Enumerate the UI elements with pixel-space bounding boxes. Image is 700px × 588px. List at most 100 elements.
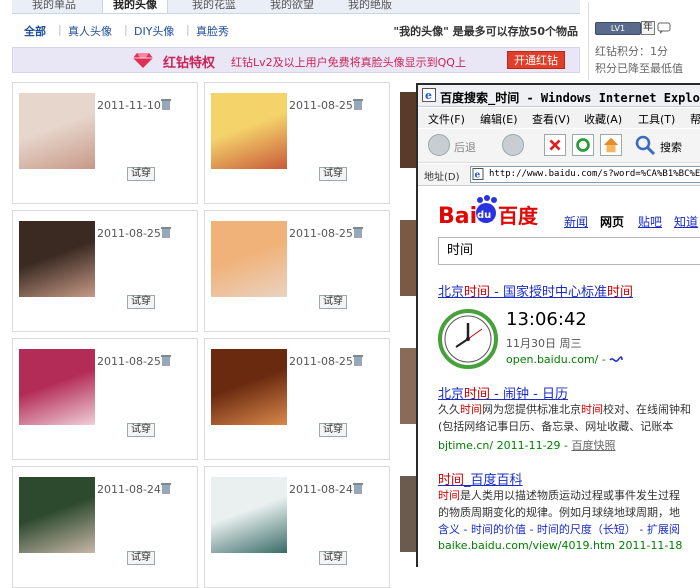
forward-button[interactable]: [502, 134, 524, 156]
browser-menubar: 文件(F) 编辑(E) 查看(V) 收藏(A) 工具(T) 帮: [418, 108, 700, 128]
subnav-separator: |: [58, 23, 62, 36]
year-badge: 年: [641, 21, 655, 35]
cache-link[interactable]: 百度快照: [572, 439, 616, 452]
card-date: 2011-08-25: [289, 99, 353, 112]
trash-icon[interactable]: [161, 482, 171, 494]
trash-icon[interactable]: [353, 98, 363, 110]
baidu-nav-tieba[interactable]: 贴吧: [638, 213, 662, 230]
tab-my-flowers[interactable]: 我的花篮: [192, 0, 236, 13]
ie-logo-icon: e: [422, 88, 436, 102]
avatar-card: 2011-08-25 试穿: [12, 338, 198, 460]
menu-file[interactable]: 文件(F): [428, 111, 465, 127]
menu-view[interactable]: 查看(V): [532, 111, 570, 127]
avatar-thumbnail[interactable]: [211, 221, 287, 297]
score-note: 积分已降至最低值: [595, 62, 683, 75]
stop-icon[interactable]: [544, 134, 566, 156]
open-red-diamond-button[interactable]: 开通红钻: [507, 51, 565, 69]
avatar-thumbnail[interactable]: [19, 349, 95, 425]
tab-my-limited[interactable]: 我的绝版: [348, 0, 392, 13]
avatar-thumbnail[interactable]: [211, 477, 287, 553]
subnav-real-face[interactable]: 真脸秀: [196, 23, 229, 39]
refresh-icon[interactable]: [572, 134, 594, 156]
baidu-nav-web[interactable]: 网页: [600, 213, 624, 230]
search-icon[interactable]: [634, 134, 656, 156]
card-date: 2011-08-25: [289, 227, 353, 240]
menu-edit[interactable]: 编辑(E): [480, 111, 518, 127]
top-tab-bar: 我的单品 我的头像 我的花篮 我的欲望 我的绝版: [12, 0, 580, 14]
browser-titlebar[interactable]: e 百度搜索_时间 - Windows Internet Explo: [418, 85, 700, 107]
baidu-search-input[interactable]: 时间: [438, 237, 700, 265]
try-on-button[interactable]: 试穿: [319, 551, 347, 565]
result-snippet-3: 时间是人类用以描述物质运动过程或事件发生过程: [438, 489, 680, 502]
baidu-nav-zhidao[interactable]: 知道: [674, 213, 698, 230]
trash-icon[interactable]: [353, 226, 363, 238]
card-date: 2011-11-10: [97, 99, 161, 112]
svg-text:百度: 百度: [498, 204, 539, 227]
browser-title: 百度搜索_时间 - Windows Internet Explo: [440, 91, 700, 105]
svg-text:Bai: Bai: [438, 204, 477, 227]
avatar-thumbnail[interactable]: [211, 93, 287, 169]
share-icon[interactable]: [609, 356, 624, 364]
home-icon[interactable]: [600, 134, 622, 156]
try-on-button[interactable]: 试穿: [127, 295, 155, 309]
level-badge: LV1: [595, 22, 641, 35]
avatar-card: 2011-08-25 试穿: [204, 210, 390, 332]
avatar-thumbnail[interactable]: [211, 349, 287, 425]
search-label[interactable]: 搜索: [660, 139, 682, 155]
trash-icon[interactable]: [353, 354, 363, 366]
clock-time: 13:06:42: [506, 309, 587, 330]
try-on-button[interactable]: 试穿: [127, 423, 155, 437]
result-title-3[interactable]: 时间_百度百科: [438, 469, 523, 488]
subnav-separator: |: [186, 23, 190, 36]
card-date: 2011-08-24: [97, 483, 161, 496]
score-label: 红钻积分：1分: [595, 45, 668, 58]
avatar-thumbnail[interactable]: [19, 477, 95, 553]
menu-help[interactable]: 帮: [690, 111, 700, 127]
card-date: 2011-08-24: [289, 483, 353, 496]
svg-text:e: e: [475, 171, 481, 181]
try-on-button[interactable]: 试穿: [127, 551, 155, 565]
chat-icon[interactable]: [657, 21, 671, 35]
trash-icon[interactable]: [353, 482, 363, 494]
result-title-2[interactable]: 北京时间 - 闹钟 - 日历: [438, 383, 568, 402]
card-date: 2011-08-25: [97, 227, 161, 240]
baidu-logo-icon[interactable]: Bai du 百度: [438, 195, 548, 227]
back-label: 后退: [454, 141, 476, 154]
baidu-nav-news[interactable]: 新闻: [564, 213, 588, 230]
try-on-button[interactable]: 试穿: [319, 423, 347, 437]
try-on-button[interactable]: 试穿: [319, 295, 347, 309]
banner-title: 红钻特权: [163, 56, 216, 71]
avatar-card: 2011-08-25 试穿: [204, 338, 390, 460]
avatar-thumbnail[interactable]: [19, 93, 95, 169]
svg-text:e: e: [425, 89, 432, 102]
result-sublinks-3[interactable]: 含义 - 时间的价值 - 时间的尺度（长短） - 扩展阅: [438, 521, 680, 537]
address-label: 地址(D): [424, 172, 460, 183]
subnav-all[interactable]: 全部: [24, 23, 46, 39]
ie-browser-window: e 百度搜索_时间 - Windows Internet Explo 文件(F)…: [416, 83, 700, 569]
result-snippet-2: 久久时间网为您提供标准北京时间校对、在线闹钟和: [438, 403, 691, 416]
clock-source-url[interactable]: open.baidu.com/ -: [506, 353, 624, 366]
menu-favorites[interactable]: 收藏(A): [584, 111, 622, 127]
try-on-button[interactable]: 试穿: [127, 167, 155, 181]
subnav-separator: |: [124, 23, 128, 36]
card-date: 2011-08-25: [97, 355, 161, 368]
menu-tools[interactable]: 工具(T): [638, 111, 675, 127]
trash-icon[interactable]: [161, 98, 171, 110]
avatar-card: 2011-08-24 试穿: [204, 466, 390, 588]
tab-my-avatars[interactable]: 我的头像: [102, 0, 168, 13]
subnav-real-avatar[interactable]: 真人头像: [68, 23, 112, 39]
trash-icon[interactable]: [161, 354, 171, 366]
browser-toolbar: 后退 搜索: [418, 129, 700, 163]
result-title-1[interactable]: 北京时间 - 国家授时中心标准时间: [438, 281, 633, 300]
subnav-diy-avatar[interactable]: DIY头像: [134, 23, 174, 39]
tab-my-wishes[interactable]: 我的欲望: [270, 0, 314, 13]
trash-icon[interactable]: [161, 226, 171, 238]
tab-my-items[interactable]: 我的单品: [32, 0, 76, 13]
address-input[interactable]: http://www.baidu.com/s?word=%CA%B1%BC%E4: [470, 166, 700, 183]
diamond-icon: [133, 53, 153, 68]
back-button[interactable]: [428, 134, 450, 156]
result-snippet-2b: (包括网络记事日历、备忘录、网址收藏、记账本: [438, 420, 674, 433]
try-on-button[interactable]: 试穿: [319, 167, 347, 181]
avatar-thumbnail[interactable]: [19, 221, 95, 297]
banner-text: 红钻Lv2及以上用户免费将真脸头像显示到QQ上: [231, 56, 466, 69]
